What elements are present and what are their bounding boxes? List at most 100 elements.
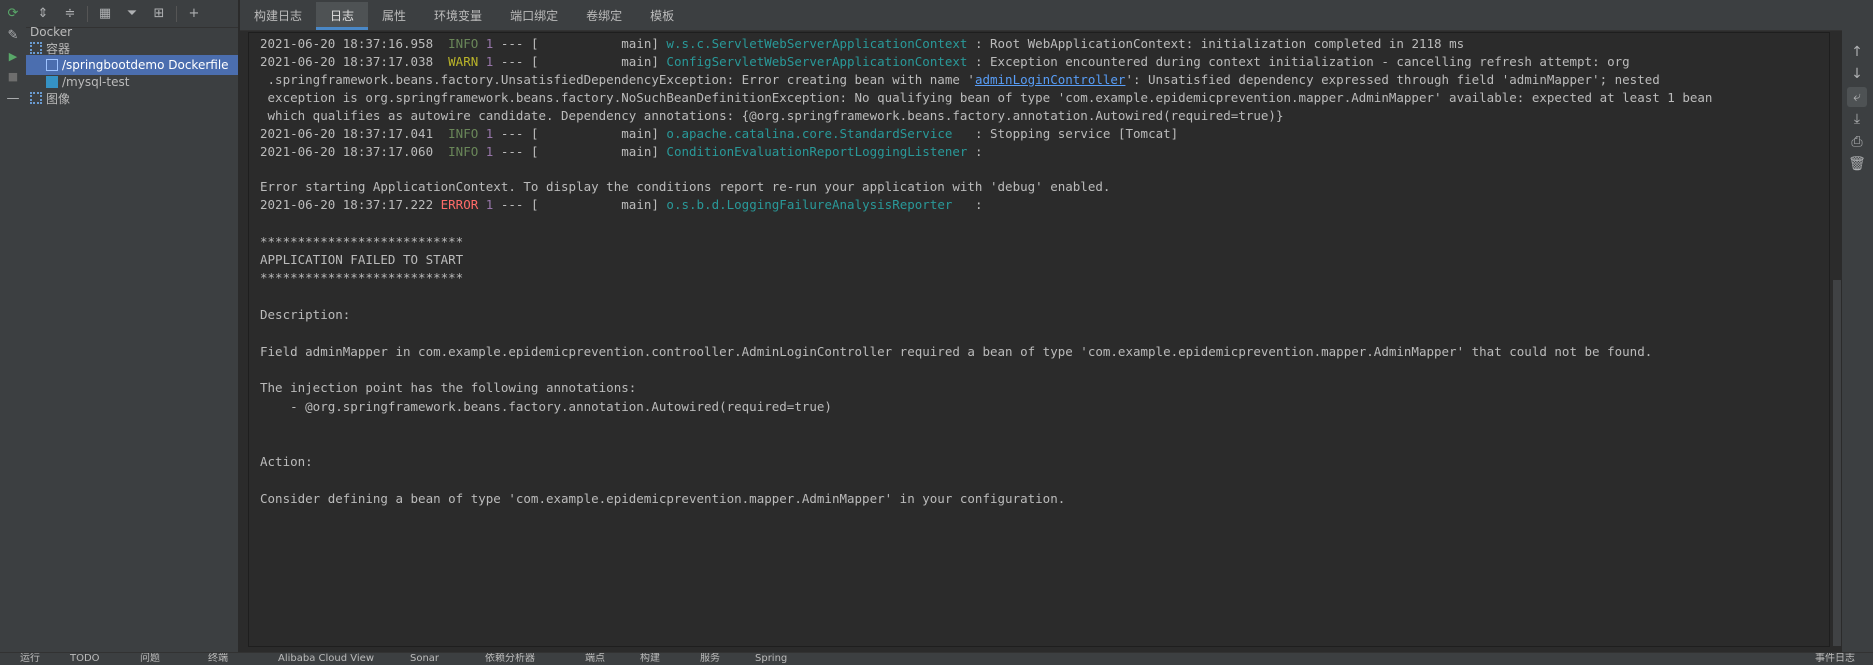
log-thread: --- [ main] [493, 54, 667, 69]
group-icon[interactable]: ▦ [95, 4, 115, 24]
status-bar: 运行 TODO 问题 终端 Alibaba Cloud View Sonar 依… [0, 652, 1873, 665]
stop-icon[interactable]: ■ [5, 68, 21, 84]
log-line: 2021-06-20 18:37:17.038 WARN 1 --- [ mai… [260, 53, 1630, 71]
log-description: Field adminMapper in com.example.epidemi… [260, 344, 1653, 359]
trash-icon[interactable]: 🗑 [1847, 154, 1867, 174]
edit-icon[interactable]: ✎ [5, 27, 21, 43]
status-build[interactable]: 构建 [640, 653, 660, 665]
log-injection: The injection point has the following an… [260, 380, 637, 395]
toolbar-separator [87, 5, 88, 22]
tab-environment[interactable]: 环境变量 [420, 2, 496, 30]
log-line: 2021-06-20 18:37:17.060 INFO 1 --- [ mai… [260, 143, 983, 161]
log-timestamp: 2021-06-20 18:37:17.038 [260, 54, 449, 69]
tree-label-images: 图像 [46, 91, 71, 106]
status-spring[interactable]: Spring [755, 653, 787, 665]
tree-label-springbootdemo: /springbootdemo Dockerfile [62, 58, 229, 72]
console-toolbar: ↑ ↓ ⤶ ⤓ ⎙ 🗑 [1842, 30, 1873, 652]
log-pid: 1 [478, 126, 494, 141]
log-level-error: ERROR [440, 197, 479, 212]
log-level-info: INFO [448, 144, 479, 159]
status-dependency-analyzer[interactable]: 依赖分析器 [485, 653, 535, 665]
status-run[interactable]: 运行 [20, 653, 40, 665]
containers-icon [30, 42, 42, 54]
log-timestamp: 2021-06-20 18:37:17.060 [260, 144, 449, 159]
panel-divider[interactable] [238, 0, 240, 652]
log-scrollbar-thumb[interactable] [1833, 280, 1841, 646]
log-thread: --- [ main] [493, 197, 667, 212]
tree-label-mysql-test: /mysql-test [62, 75, 130, 89]
images-icon [30, 92, 42, 104]
minus-icon[interactable]: — [5, 90, 21, 106]
log-line: which qualifies as autowire candidate. D… [260, 108, 1284, 123]
log-action-label: Action: [260, 454, 313, 469]
tab-template[interactable]: 模板 [636, 2, 688, 30]
tab-port-bindings[interactable]: 端口绑定 [496, 2, 572, 30]
log-message: : [952, 197, 983, 212]
log-stars: *************************** [260, 270, 464, 285]
log-thread: --- [ main] [493, 144, 667, 159]
log-logger: o.apache.catalina.core.StandardService [666, 126, 953, 141]
tab-log[interactable]: 日志 [316, 2, 369, 30]
log-level-info: INFO [448, 126, 479, 141]
log-pid: 1 [478, 36, 494, 51]
log-annotation: - @org.springframework.beans.factory.ann… [260, 399, 832, 414]
log-message: : Stopping service [Tomcat] [952, 126, 1179, 141]
up-arrow-icon[interactable]: ↑ [1847, 42, 1867, 62]
log-logger: ConfigServletWebServerApplicationContext [666, 54, 968, 69]
log-timestamp: 2021-06-20 18:37:16.958 [260, 36, 449, 51]
tree-item-images[interactable]: 图像 [26, 88, 238, 108]
toolbar-separator [176, 5, 177, 22]
add-icon[interactable]: + [184, 4, 204, 24]
services-tree: Docker 容器 /springbootdemo Dockerfile /my… [26, 25, 238, 652]
expand-all-icon[interactable]: ⇕ [33, 4, 53, 24]
status-alibaba-cloud[interactable]: Alibaba Cloud View [278, 653, 374, 665]
refresh-icon[interactable]: ⟳ [5, 5, 21, 21]
log-level-info: INFO [448, 36, 479, 51]
log-message: : [967, 144, 983, 159]
tab-bar: 构建日志 日志 属性 环境变量 端口绑定 卷绑定 模板 [240, 0, 1873, 31]
log-failed-banner: APPLICATION FAILED TO START [260, 252, 464, 267]
tab-properties[interactable]: 属性 [368, 2, 420, 30]
scroll-to-end-icon[interactable]: ⤓ [1847, 109, 1867, 129]
log-pid: 1 [478, 54, 494, 69]
tree-label-docker: Docker [30, 25, 73, 39]
status-endpoints[interactable]: 端点 [585, 653, 605, 665]
log-pid: 1 [478, 197, 494, 212]
log-line: exception is org.springframework.beans.f… [260, 90, 1713, 105]
log-logger: ConditionEvaluationReportLoggingListener [666, 144, 968, 159]
admin-login-controller-link[interactable]: adminLoginController [975, 72, 1126, 87]
log-text: .springframework.beans.factory.Unsatisfi… [260, 72, 975, 87]
run-icon[interactable]: ▶ [5, 48, 21, 64]
status-todo[interactable]: TODO [70, 653, 100, 665]
log-text: ': Unsatisfied dependency expressed thro… [1125, 72, 1660, 87]
down-arrow-icon[interactable]: ↓ [1847, 64, 1867, 84]
container-running-icon [46, 59, 58, 71]
log-level-warn: WARN [448, 54, 479, 69]
log-timestamp: 2021-06-20 18:37:17.222 [260, 197, 441, 212]
tab-volume-bindings[interactable]: 卷绑定 [572, 2, 636, 30]
log-stars: *************************** [260, 234, 464, 249]
status-terminal[interactable]: 终端 [208, 653, 228, 665]
status-sonar[interactable]: Sonar [410, 653, 439, 665]
log-logger: o.s.b.d.LoggingFailureAnalysisReporter [666, 197, 953, 212]
log-logger: w.s.c.ServletWebServerApplicationContext [666, 36, 968, 51]
log-line: .springframework.beans.factory.Unsatisfi… [260, 71, 1660, 89]
status-services[interactable]: 服务 [700, 653, 720, 665]
print-icon[interactable]: ⎙ [1847, 132, 1867, 152]
tab-build-log[interactable]: 构建日志 [240, 2, 316, 30]
log-line: 2021-06-20 18:37:17.222 ERROR 1 --- [ ma… [260, 196, 983, 214]
status-problems[interactable]: 问题 [140, 653, 160, 665]
status-event-log[interactable]: 事件日志 [1815, 653, 1855, 665]
soft-wrap-icon[interactable]: ⤶ [1847, 87, 1867, 107]
log-timestamp: 2021-06-20 18:37:17.041 [260, 126, 449, 141]
log-description-label: Description: [260, 307, 351, 322]
new-group-icon[interactable]: ⊞ [149, 4, 169, 24]
collapse-all-icon[interactable]: ≑ [60, 4, 80, 24]
log-console[interactable]: 2021-06-20 18:37:16.958 INFO 1 --- [ mai… [248, 32, 1830, 647]
log-message: : Exception encountered during context i… [967, 54, 1630, 69]
log-thread: --- [ main] [493, 36, 667, 51]
container-icon [46, 76, 58, 88]
filter-icon[interactable]: ⏷ [122, 4, 142, 24]
log-line: 2021-06-20 18:37:16.958 INFO 1 --- [ mai… [260, 35, 1464, 53]
log-action: Consider defining a bean of type 'com.ex… [260, 491, 1066, 506]
